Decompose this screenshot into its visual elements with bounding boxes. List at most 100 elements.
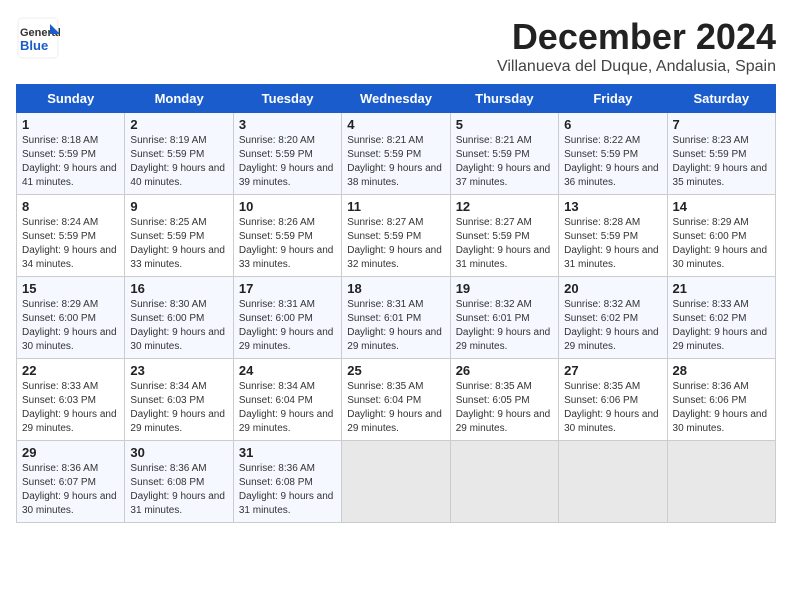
day-number: 3 bbox=[239, 117, 336, 132]
calendar-body: 1 Sunrise: 8:18 AM Sunset: 5:59 PM Daylig… bbox=[17, 113, 776, 523]
week-row-4: 22 Sunrise: 8:33 AM Sunset: 6:03 PM Dayli… bbox=[17, 359, 776, 441]
day-number: 13 bbox=[564, 199, 661, 214]
page-header: General Blue December 2024 Villanueva de… bbox=[16, 16, 776, 76]
header-day-saturday: Saturday bbox=[667, 85, 775, 113]
day-number: 4 bbox=[347, 117, 444, 132]
day-info: Sunrise: 8:31 AM Sunset: 6:01 PM Dayligh… bbox=[347, 298, 444, 354]
calendar-cell: 20 Sunrise: 8:32 AM Sunset: 6:02 PM Dayli… bbox=[559, 277, 667, 359]
day-number: 27 bbox=[564, 363, 661, 378]
calendar-table: SundayMondayTuesdayWednesdayThursdayFrid… bbox=[16, 84, 776, 523]
calendar-cell: 13 Sunrise: 8:28 AM Sunset: 5:59 PM Dayli… bbox=[559, 195, 667, 277]
day-info: Sunrise: 8:35 AM Sunset: 6:06 PM Dayligh… bbox=[564, 380, 661, 436]
calendar-cell: 4 Sunrise: 8:21 AM Sunset: 5:59 PM Daylig… bbox=[342, 113, 450, 195]
calendar-header: SundayMondayTuesdayWednesdayThursdayFrid… bbox=[17, 85, 776, 113]
day-number: 22 bbox=[22, 363, 119, 378]
day-info: Sunrise: 8:36 AM Sunset: 6:06 PM Dayligh… bbox=[673, 380, 770, 436]
day-info: Sunrise: 8:33 AM Sunset: 6:03 PM Dayligh… bbox=[22, 380, 119, 436]
day-info: Sunrise: 8:27 AM Sunset: 5:59 PM Dayligh… bbox=[347, 216, 444, 272]
day-info: Sunrise: 8:26 AM Sunset: 5:59 PM Dayligh… bbox=[239, 216, 336, 272]
day-number: 7 bbox=[673, 117, 770, 132]
calendar-cell: 14 Sunrise: 8:29 AM Sunset: 6:00 PM Dayli… bbox=[667, 195, 775, 277]
calendar-cell: 5 Sunrise: 8:21 AM Sunset: 5:59 PM Daylig… bbox=[450, 113, 558, 195]
day-number: 23 bbox=[130, 363, 227, 378]
calendar-cell: 8Sunrise: 8:24 AM Sunset: 5:59 PM Daylig… bbox=[17, 195, 125, 277]
day-number: 15 bbox=[22, 281, 119, 296]
day-number: 25 bbox=[347, 363, 444, 378]
day-number: 20 bbox=[564, 281, 661, 296]
week-row-2: 8Sunrise: 8:24 AM Sunset: 5:59 PM Daylig… bbox=[17, 195, 776, 277]
header-row: SundayMondayTuesdayWednesdayThursdayFrid… bbox=[17, 85, 776, 113]
day-number: 29 bbox=[22, 445, 119, 460]
calendar-cell: 1 Sunrise: 8:18 AM Sunset: 5:59 PM Daylig… bbox=[17, 113, 125, 195]
calendar-cell: 26 Sunrise: 8:35 AM Sunset: 6:05 PM Dayli… bbox=[450, 359, 558, 441]
calendar-cell: 29 Sunrise: 8:36 AM Sunset: 6:07 PM Dayli… bbox=[17, 441, 125, 523]
day-number: 17 bbox=[239, 281, 336, 296]
day-info: Sunrise: 8:18 AM Sunset: 5:59 PM Dayligh… bbox=[22, 134, 119, 190]
week-row-1: 1 Sunrise: 8:18 AM Sunset: 5:59 PM Daylig… bbox=[17, 113, 776, 195]
calendar-cell: 11 Sunrise: 8:27 AM Sunset: 5:59 PM Dayli… bbox=[342, 195, 450, 277]
day-info: Sunrise: 8:34 AM Sunset: 6:03 PM Dayligh… bbox=[130, 380, 227, 436]
day-info: Sunrise: 8:28 AM Sunset: 5:59 PM Dayligh… bbox=[564, 216, 661, 272]
day-info: Sunrise: 8:21 AM Sunset: 5:59 PM Dayligh… bbox=[456, 134, 553, 190]
day-info: Sunrise: 8:36 AM Sunset: 6:08 PM Dayligh… bbox=[130, 462, 227, 518]
header-day-monday: Monday bbox=[125, 85, 233, 113]
day-info: Sunrise: 8:30 AM Sunset: 6:00 PM Dayligh… bbox=[130, 298, 227, 354]
calendar-cell: 10 Sunrise: 8:26 AM Sunset: 5:59 PM Dayli… bbox=[233, 195, 341, 277]
calendar-cell: 9Sunrise: 8:25 AM Sunset: 5:59 PM Daylig… bbox=[125, 195, 233, 277]
day-info: Sunrise: 8:22 AM Sunset: 5:59 PM Dayligh… bbox=[564, 134, 661, 190]
day-number: 31 bbox=[239, 445, 336, 460]
calendar-cell: 6Sunrise: 8:22 AM Sunset: 5:59 PM Daylig… bbox=[559, 113, 667, 195]
calendar-cell: 22 Sunrise: 8:33 AM Sunset: 6:03 PM Dayli… bbox=[17, 359, 125, 441]
calendar-cell: 2 Sunrise: 8:19 AM Sunset: 5:59 PM Daylig… bbox=[125, 113, 233, 195]
calendar-cell: 23 Sunrise: 8:34 AM Sunset: 6:03 PM Dayli… bbox=[125, 359, 233, 441]
week-row-5: 29 Sunrise: 8:36 AM Sunset: 6:07 PM Dayli… bbox=[17, 441, 776, 523]
day-info: Sunrise: 8:32 AM Sunset: 6:02 PM Dayligh… bbox=[564, 298, 661, 354]
day-info: Sunrise: 8:33 AM Sunset: 6:02 PM Dayligh… bbox=[673, 298, 770, 354]
day-info: Sunrise: 8:21 AM Sunset: 5:59 PM Dayligh… bbox=[347, 134, 444, 190]
title-block: December 2024 Villanueva del Duque, Anda… bbox=[497, 16, 776, 76]
calendar-cell: 31Sunrise: 8:36 AM Sunset: 6:08 PM Dayli… bbox=[233, 441, 341, 523]
day-number: 28 bbox=[673, 363, 770, 378]
header-day-thursday: Thursday bbox=[450, 85, 558, 113]
day-info: Sunrise: 8:29 AM Sunset: 6:00 PM Dayligh… bbox=[22, 298, 119, 354]
day-info: Sunrise: 8:20 AM Sunset: 5:59 PM Dayligh… bbox=[239, 134, 336, 190]
calendar-cell: 25Sunrise: 8:35 AM Sunset: 6:04 PM Dayli… bbox=[342, 359, 450, 441]
logo: General Blue bbox=[16, 16, 64, 60]
day-number: 26 bbox=[456, 363, 553, 378]
day-number: 18 bbox=[347, 281, 444, 296]
calendar-cell: 12Sunrise: 8:27 AM Sunset: 5:59 PM Dayli… bbox=[450, 195, 558, 277]
calendar-cell: 30Sunrise: 8:36 AM Sunset: 6:08 PM Dayli… bbox=[125, 441, 233, 523]
calendar-cell: 3 Sunrise: 8:20 AM Sunset: 5:59 PM Daylig… bbox=[233, 113, 341, 195]
day-info: Sunrise: 8:23 AM Sunset: 5:59 PM Dayligh… bbox=[673, 134, 770, 190]
day-info: Sunrise: 8:29 AM Sunset: 6:00 PM Dayligh… bbox=[673, 216, 770, 272]
calendar-cell: 7 Sunrise: 8:23 AM Sunset: 5:59 PM Daylig… bbox=[667, 113, 775, 195]
day-number: 12 bbox=[456, 199, 553, 214]
day-info: Sunrise: 8:32 AM Sunset: 6:01 PM Dayligh… bbox=[456, 298, 553, 354]
day-number: 19 bbox=[456, 281, 553, 296]
logo-icon: General Blue bbox=[16, 16, 60, 60]
day-info: Sunrise: 8:35 AM Sunset: 6:05 PM Dayligh… bbox=[456, 380, 553, 436]
day-info: Sunrise: 8:36 AM Sunset: 6:07 PM Dayligh… bbox=[22, 462, 119, 518]
day-number: 8 bbox=[22, 199, 119, 214]
header-day-wednesday: Wednesday bbox=[342, 85, 450, 113]
calendar-cell: 15 Sunrise: 8:29 AM Sunset: 6:00 PM Dayli… bbox=[17, 277, 125, 359]
day-number: 14 bbox=[673, 199, 770, 214]
svg-text:Blue: Blue bbox=[20, 38, 48, 53]
calendar-cell: 28 Sunrise: 8:36 AM Sunset: 6:06 PM Dayli… bbox=[667, 359, 775, 441]
day-number: 1 bbox=[22, 117, 119, 132]
calendar-cell: 19 Sunrise: 8:32 AM Sunset: 6:01 PM Dayli… bbox=[450, 277, 558, 359]
day-info: Sunrise: 8:19 AM Sunset: 5:59 PM Dayligh… bbox=[130, 134, 227, 190]
day-number: 10 bbox=[239, 199, 336, 214]
day-info: Sunrise: 8:34 AM Sunset: 6:04 PM Dayligh… bbox=[239, 380, 336, 436]
day-info: Sunrise: 8:31 AM Sunset: 6:00 PM Dayligh… bbox=[239, 298, 336, 354]
calendar-cell: 24Sunrise: 8:34 AM Sunset: 6:04 PM Dayli… bbox=[233, 359, 341, 441]
day-number: 5 bbox=[456, 117, 553, 132]
calendar-cell: 27 Sunrise: 8:35 AM Sunset: 6:06 PM Dayli… bbox=[559, 359, 667, 441]
calendar-cell bbox=[559, 441, 667, 523]
day-number: 21 bbox=[673, 281, 770, 296]
header-day-sunday: Sunday bbox=[17, 85, 125, 113]
calendar-cell bbox=[450, 441, 558, 523]
calendar-cell: 21 Sunrise: 8:33 AM Sunset: 6:02 PM Dayli… bbox=[667, 277, 775, 359]
day-number: 11 bbox=[347, 199, 444, 214]
day-number: 2 bbox=[130, 117, 227, 132]
